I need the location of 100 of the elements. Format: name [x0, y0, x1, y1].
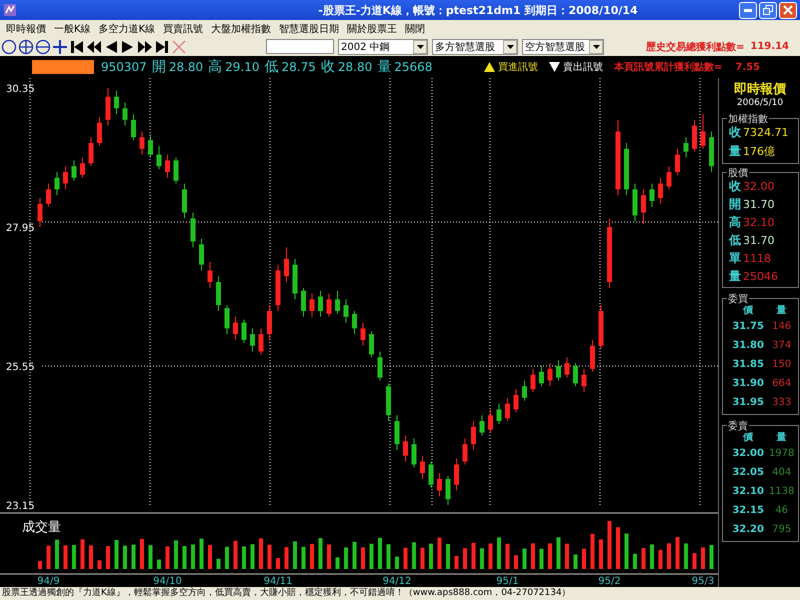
candle	[292, 258, 298, 300]
dropdown[interactable]: 空方智慧選股	[522, 38, 604, 54]
status-bar-text: 股票王透過獨創的『力道K線』，輕鬆掌握多空方向，低買高賣，大賺小賠，穩定獲利，不可錯過唷！（www.aps888.com，04-27072134）	[0, 587, 800, 600]
quote-value: 28.75	[282, 60, 316, 74]
bid-volume: 795	[771, 524, 792, 535]
candle	[63, 166, 68, 190]
menu-item[interactable]: 一般K線	[50, 22, 95, 36]
bid-price: 31.90	[731, 378, 765, 389]
menu-item[interactable]: 關於股票王	[343, 22, 402, 36]
last-icon[interactable]	[154, 38, 170, 54]
row-label: 單	[729, 250, 741, 266]
candle	[72, 160, 76, 182]
bid-price: 32.05	[731, 467, 765, 478]
sell-triangle-icon	[548, 62, 560, 72]
bid-volume: 150	[771, 359, 792, 370]
minimize-button[interactable]	[739, 2, 757, 18]
zoom-in-icon[interactable]	[18, 38, 34, 54]
price-axis-label: 25.55	[6, 362, 35, 373]
candle	[394, 414, 400, 450]
quote-label: 低	[264, 58, 279, 76]
candle	[360, 322, 366, 346]
dropdown[interactable]: 多方智慧選股	[432, 38, 518, 54]
bid-volume: 1138	[768, 486, 796, 497]
row-label: 低	[729, 232, 741, 248]
bid-volume: 664	[771, 378, 792, 389]
candle	[250, 328, 255, 352]
candle	[505, 397, 510, 422]
candle	[233, 316, 238, 340]
dropdown-arrow-icon	[592, 44, 600, 48]
candle	[80, 157, 85, 178]
row-value: 31.70	[743, 198, 774, 210]
menu-item[interactable]: 買賣訊號	[159, 22, 208, 36]
candle	[242, 319, 246, 344]
menu-item[interactable]: 智慧選股日期	[275, 22, 344, 36]
bid-price: 32.10	[731, 486, 765, 497]
stock-code-field[interactable]	[266, 39, 334, 54]
candle	[632, 183, 638, 222]
candle	[598, 304, 604, 350]
row-value: 32.00	[743, 180, 774, 192]
restore-button[interactable]	[759, 2, 777, 18]
candle	[428, 461, 434, 488]
bid-price: 32.15	[731, 505, 765, 516]
column-header: 價	[742, 431, 754, 444]
row-label: 收	[729, 124, 741, 141]
bid-price: 32.00	[731, 448, 765, 459]
date-axis-label: 94/12	[382, 576, 412, 587]
menu-item[interactable]: 關閉	[401, 22, 430, 36]
stock-name-block	[32, 60, 94, 74]
candle	[318, 290, 323, 318]
bid-volume: 146	[771, 321, 792, 332]
candle	[258, 328, 264, 355]
history-profit-value: 119.14	[750, 41, 789, 52]
candle	[38, 198, 42, 228]
menu-item[interactable]: 大盤加權指數	[207, 22, 276, 36]
group-title: 委買	[727, 292, 749, 306]
bid-price: 31.75	[731, 321, 765, 332]
candle	[692, 119, 697, 152]
dropdown[interactable]: 2002 中鋼	[338, 38, 428, 54]
candle	[539, 366, 544, 387]
candle	[412, 438, 416, 468]
candle	[564, 356, 570, 378]
candle	[301, 287, 306, 318]
close-button[interactable]	[779, 2, 797, 18]
date-axis-label: 94/9	[37, 576, 60, 587]
candle	[548, 362, 552, 387]
candle	[344, 298, 348, 324]
candle	[446, 476, 450, 506]
candle	[675, 148, 680, 176]
candle	[471, 420, 476, 450]
candle	[156, 145, 162, 170]
menu-item[interactable]: 即時報價	[2, 22, 50, 36]
date-axis-label: 94/11	[264, 576, 292, 587]
price-axis-label: 27.95	[6, 223, 35, 234]
row-label: 收	[729, 178, 741, 194]
column-header: 量	[776, 304, 788, 317]
dropdown-arrow-icon	[506, 44, 514, 48]
candle	[658, 177, 663, 204]
candle	[480, 414, 484, 436]
quote-value: 28.80	[338, 60, 372, 74]
buy-signal-legend: 買進訊號	[498, 60, 538, 74]
menu-item[interactable]: 多空力道K線	[94, 22, 160, 36]
candle	[131, 114, 136, 141]
zoom-reset-icon[interactable]	[1, 38, 17, 54]
candle	[684, 136, 688, 158]
candle	[700, 114, 706, 150]
first-icon[interactable]	[69, 38, 85, 54]
zoom-out-icon[interactable]	[35, 38, 51, 54]
candle	[216, 276, 221, 312]
bid-price: 31.85	[731, 359, 765, 370]
bid-volume: 333	[771, 397, 792, 408]
candle	[556, 360, 561, 381]
candle	[310, 293, 314, 318]
candle	[284, 246, 289, 283]
page-profit-label: 本頁訊號累計獲利點數=	[614, 60, 722, 74]
row-value: 32.10	[743, 216, 774, 228]
crosshair-icon[interactable]	[52, 38, 68, 54]
candle	[454, 458, 459, 492]
history-profit-label: 歷史交易總獲利點數=	[646, 40, 744, 54]
bid-volume: 404	[771, 467, 792, 478]
sell-signal-legend: 賣出訊號	[562, 60, 603, 74]
